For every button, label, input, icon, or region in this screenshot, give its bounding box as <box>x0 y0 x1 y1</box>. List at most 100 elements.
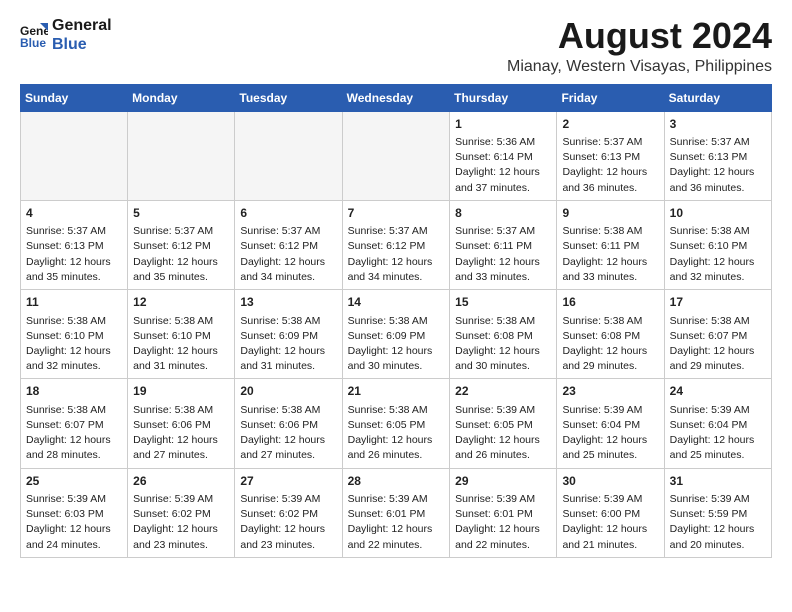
calendar-cell: 3 Sunrise: 5:37 AM Sunset: 6:13 PM Daylig… <box>664 111 771 200</box>
day-number: 17 <box>670 294 766 311</box>
calendar-cell: 25 Sunrise: 5:39 AM Sunset: 6:03 PM Dayli… <box>21 468 128 557</box>
day-number: 25 <box>26 473 122 490</box>
day-number: 29 <box>455 473 551 490</box>
calendar-cell <box>235 111 342 200</box>
day-info: Sunrise: 5:38 AM Sunset: 6:07 PM Dayligh… <box>26 403 122 464</box>
calendar-cell: 1Sunrise: 5:36 AM Sunset: 6:14 PM Daylig… <box>450 111 557 200</box>
calendar-cell: 28Sunrise: 5:39 AM Sunset: 6:01 PM Dayli… <box>342 468 450 557</box>
day-info: Sunrise: 5:38 AM Sunset: 6:05 PM Dayligh… <box>348 403 445 464</box>
calendar-cell: 6Sunrise: 5:37 AM Sunset: 6:12 PM Daylig… <box>235 200 342 289</box>
calendar-cell: 19 Sunrise: 5:38 AM Sunset: 6:06 PM Dayli… <box>128 379 235 468</box>
day-number: 24 <box>670 383 766 400</box>
day-info: Sunrise: 5:39 AM Sunset: 6:01 PM Dayligh… <box>348 492 445 553</box>
logo-blue: Blue <box>52 35 112 54</box>
calendar-cell: 22Sunrise: 5:39 AM Sunset: 6:05 PM Dayli… <box>450 379 557 468</box>
day-number: 30 <box>562 473 658 490</box>
calendar-cell: 15Sunrise: 5:38 AM Sunset: 6:08 PM Dayli… <box>450 290 557 379</box>
calendar-cell: 5Sunrise: 5:37 AM Sunset: 6:12 PM Daylig… <box>128 200 235 289</box>
day-info: Sunrise: 5:39 AM Sunset: 6:03 PM Dayligh… <box>26 492 122 553</box>
column-header-wednesday: Wednesday <box>342 84 450 111</box>
day-number: 3 <box>670 116 766 133</box>
day-info: Sunrise: 5:37 AM Sunset: 6:12 PM Dayligh… <box>348 224 445 285</box>
day-info: Sunrise: 5:38 AM Sunset: 6:11 PM Dayligh… <box>562 224 658 285</box>
calendar-cell: 8Sunrise: 5:37 AM Sunset: 6:11 PM Daylig… <box>450 200 557 289</box>
day-number: 18 <box>26 383 122 400</box>
calendar-cell: 10 Sunrise: 5:38 AM Sunset: 6:10 PM Dayli… <box>664 200 771 289</box>
day-number: 23 <box>562 383 658 400</box>
calendar-cell: 9 Sunrise: 5:38 AM Sunset: 6:11 PM Daylig… <box>557 200 664 289</box>
calendar-cell <box>128 111 235 200</box>
calendar-cell: 18 Sunrise: 5:38 AM Sunset: 6:07 PM Dayli… <box>21 379 128 468</box>
calendar-cell: 16 Sunrise: 5:38 AM Sunset: 6:08 PM Dayli… <box>557 290 664 379</box>
page-header: General Blue General Blue August 2024 Mi… <box>20 16 772 76</box>
day-info: Sunrise: 5:39 AM Sunset: 6:00 PM Dayligh… <box>562 492 658 553</box>
day-info: Sunrise: 5:38 AM Sunset: 6:09 PM Dayligh… <box>348 314 445 375</box>
day-number: 14 <box>348 294 445 311</box>
day-number: 22 <box>455 383 551 400</box>
day-info: Sunrise: 5:38 AM Sunset: 6:10 PM Dayligh… <box>26 314 122 375</box>
calendar-cell: 26 Sunrise: 5:39 AM Sunset: 6:02 PM Dayli… <box>128 468 235 557</box>
day-number: 21 <box>348 383 445 400</box>
column-header-friday: Friday <box>557 84 664 111</box>
day-number: 20 <box>240 383 336 400</box>
main-title: August 2024 <box>507 16 772 56</box>
calendar-week-row: 25 Sunrise: 5:39 AM Sunset: 6:03 PM Dayli… <box>21 468 772 557</box>
day-number: 16 <box>562 294 658 311</box>
day-info: Sunrise: 5:39 AM Sunset: 6:04 PM Dayligh… <box>562 403 658 464</box>
day-info: Sunrise: 5:38 AM Sunset: 6:08 PM Dayligh… <box>562 314 658 375</box>
calendar-cell: 23 Sunrise: 5:39 AM Sunset: 6:04 PM Dayli… <box>557 379 664 468</box>
column-header-sunday: Sunday <box>21 84 128 111</box>
subtitle: Mianay, Western Visayas, Philippines <box>507 58 772 76</box>
day-info: Sunrise: 5:38 AM Sunset: 6:06 PM Dayligh… <box>133 403 229 464</box>
logo-general: General <box>52 16 112 35</box>
calendar-table: SundayMondayTuesdayWednesdayThursdayFrid… <box>20 84 772 558</box>
day-info: Sunrise: 5:38 AM Sunset: 6:08 PM Dayligh… <box>455 314 551 375</box>
svg-text:Blue: Blue <box>20 36 46 49</box>
day-number: 10 <box>670 205 766 222</box>
calendar-week-row: 1Sunrise: 5:36 AM Sunset: 6:14 PM Daylig… <box>21 111 772 200</box>
day-number: 12 <box>133 294 229 311</box>
day-number: 13 <box>240 294 336 311</box>
day-info: Sunrise: 5:39 AM Sunset: 6:02 PM Dayligh… <box>133 492 229 553</box>
day-info: Sunrise: 5:38 AM Sunset: 6:10 PM Dayligh… <box>670 224 766 285</box>
day-number: 19 <box>133 383 229 400</box>
day-number: 2 <box>562 116 658 133</box>
day-number: 7 <box>348 205 445 222</box>
day-info: Sunrise: 5:37 AM Sunset: 6:13 PM Dayligh… <box>670 135 766 196</box>
day-info: Sunrise: 5:39 AM Sunset: 6:01 PM Dayligh… <box>455 492 551 553</box>
day-info: Sunrise: 5:39 AM Sunset: 6:04 PM Dayligh… <box>670 403 766 464</box>
calendar-week-row: 18 Sunrise: 5:38 AM Sunset: 6:07 PM Dayli… <box>21 379 772 468</box>
calendar-cell: 11Sunrise: 5:38 AM Sunset: 6:10 PM Dayli… <box>21 290 128 379</box>
calendar-cell: 20 Sunrise: 5:38 AM Sunset: 6:06 PM Dayli… <box>235 379 342 468</box>
calendar-cell: 17Sunrise: 5:38 AM Sunset: 6:07 PM Dayli… <box>664 290 771 379</box>
column-header-monday: Monday <box>128 84 235 111</box>
calendar-cell: 31 Sunrise: 5:39 AM Sunset: 5:59 PM Dayli… <box>664 468 771 557</box>
calendar-week-row: 11Sunrise: 5:38 AM Sunset: 6:10 PM Dayli… <box>21 290 772 379</box>
day-info: Sunrise: 5:38 AM Sunset: 6:06 PM Dayligh… <box>240 403 336 464</box>
day-info: Sunrise: 5:39 AM Sunset: 5:59 PM Dayligh… <box>670 492 766 553</box>
calendar-cell: 30 Sunrise: 5:39 AM Sunset: 6:00 PM Dayli… <box>557 468 664 557</box>
day-number: 26 <box>133 473 229 490</box>
calendar-cell: 12 Sunrise: 5:38 AM Sunset: 6:10 PM Dayli… <box>128 290 235 379</box>
calendar-cell: 4Sunrise: 5:37 AM Sunset: 6:13 PM Daylig… <box>21 200 128 289</box>
day-info: Sunrise: 5:38 AM Sunset: 6:10 PM Dayligh… <box>133 314 229 375</box>
day-info: Sunrise: 5:37 AM Sunset: 6:13 PM Dayligh… <box>562 135 658 196</box>
calendar-cell <box>21 111 128 200</box>
calendar-cell: 29 Sunrise: 5:39 AM Sunset: 6:01 PM Dayli… <box>450 468 557 557</box>
calendar-cell <box>342 111 450 200</box>
day-number: 31 <box>670 473 766 490</box>
calendar-cell: 2 Sunrise: 5:37 AM Sunset: 6:13 PM Daylig… <box>557 111 664 200</box>
day-number: 27 <box>240 473 336 490</box>
calendar-week-row: 4Sunrise: 5:37 AM Sunset: 6:13 PM Daylig… <box>21 200 772 289</box>
title-block: August 2024 Mianay, Western Visayas, Phi… <box>507 16 772 76</box>
day-number: 5 <box>133 205 229 222</box>
day-number: 9 <box>562 205 658 222</box>
logo: General Blue General Blue <box>20 16 112 54</box>
day-info: Sunrise: 5:38 AM Sunset: 6:09 PM Dayligh… <box>240 314 336 375</box>
day-number: 1 <box>455 116 551 133</box>
day-info: Sunrise: 5:37 AM Sunset: 6:13 PM Dayligh… <box>26 224 122 285</box>
calendar-cell: 13 Sunrise: 5:38 AM Sunset: 6:09 PM Dayli… <box>235 290 342 379</box>
calendar-header-row: SundayMondayTuesdayWednesdayThursdayFrid… <box>21 84 772 111</box>
calendar-cell: 21 Sunrise: 5:38 AM Sunset: 6:05 PM Dayli… <box>342 379 450 468</box>
logo-icon: General Blue <box>20 21 48 49</box>
